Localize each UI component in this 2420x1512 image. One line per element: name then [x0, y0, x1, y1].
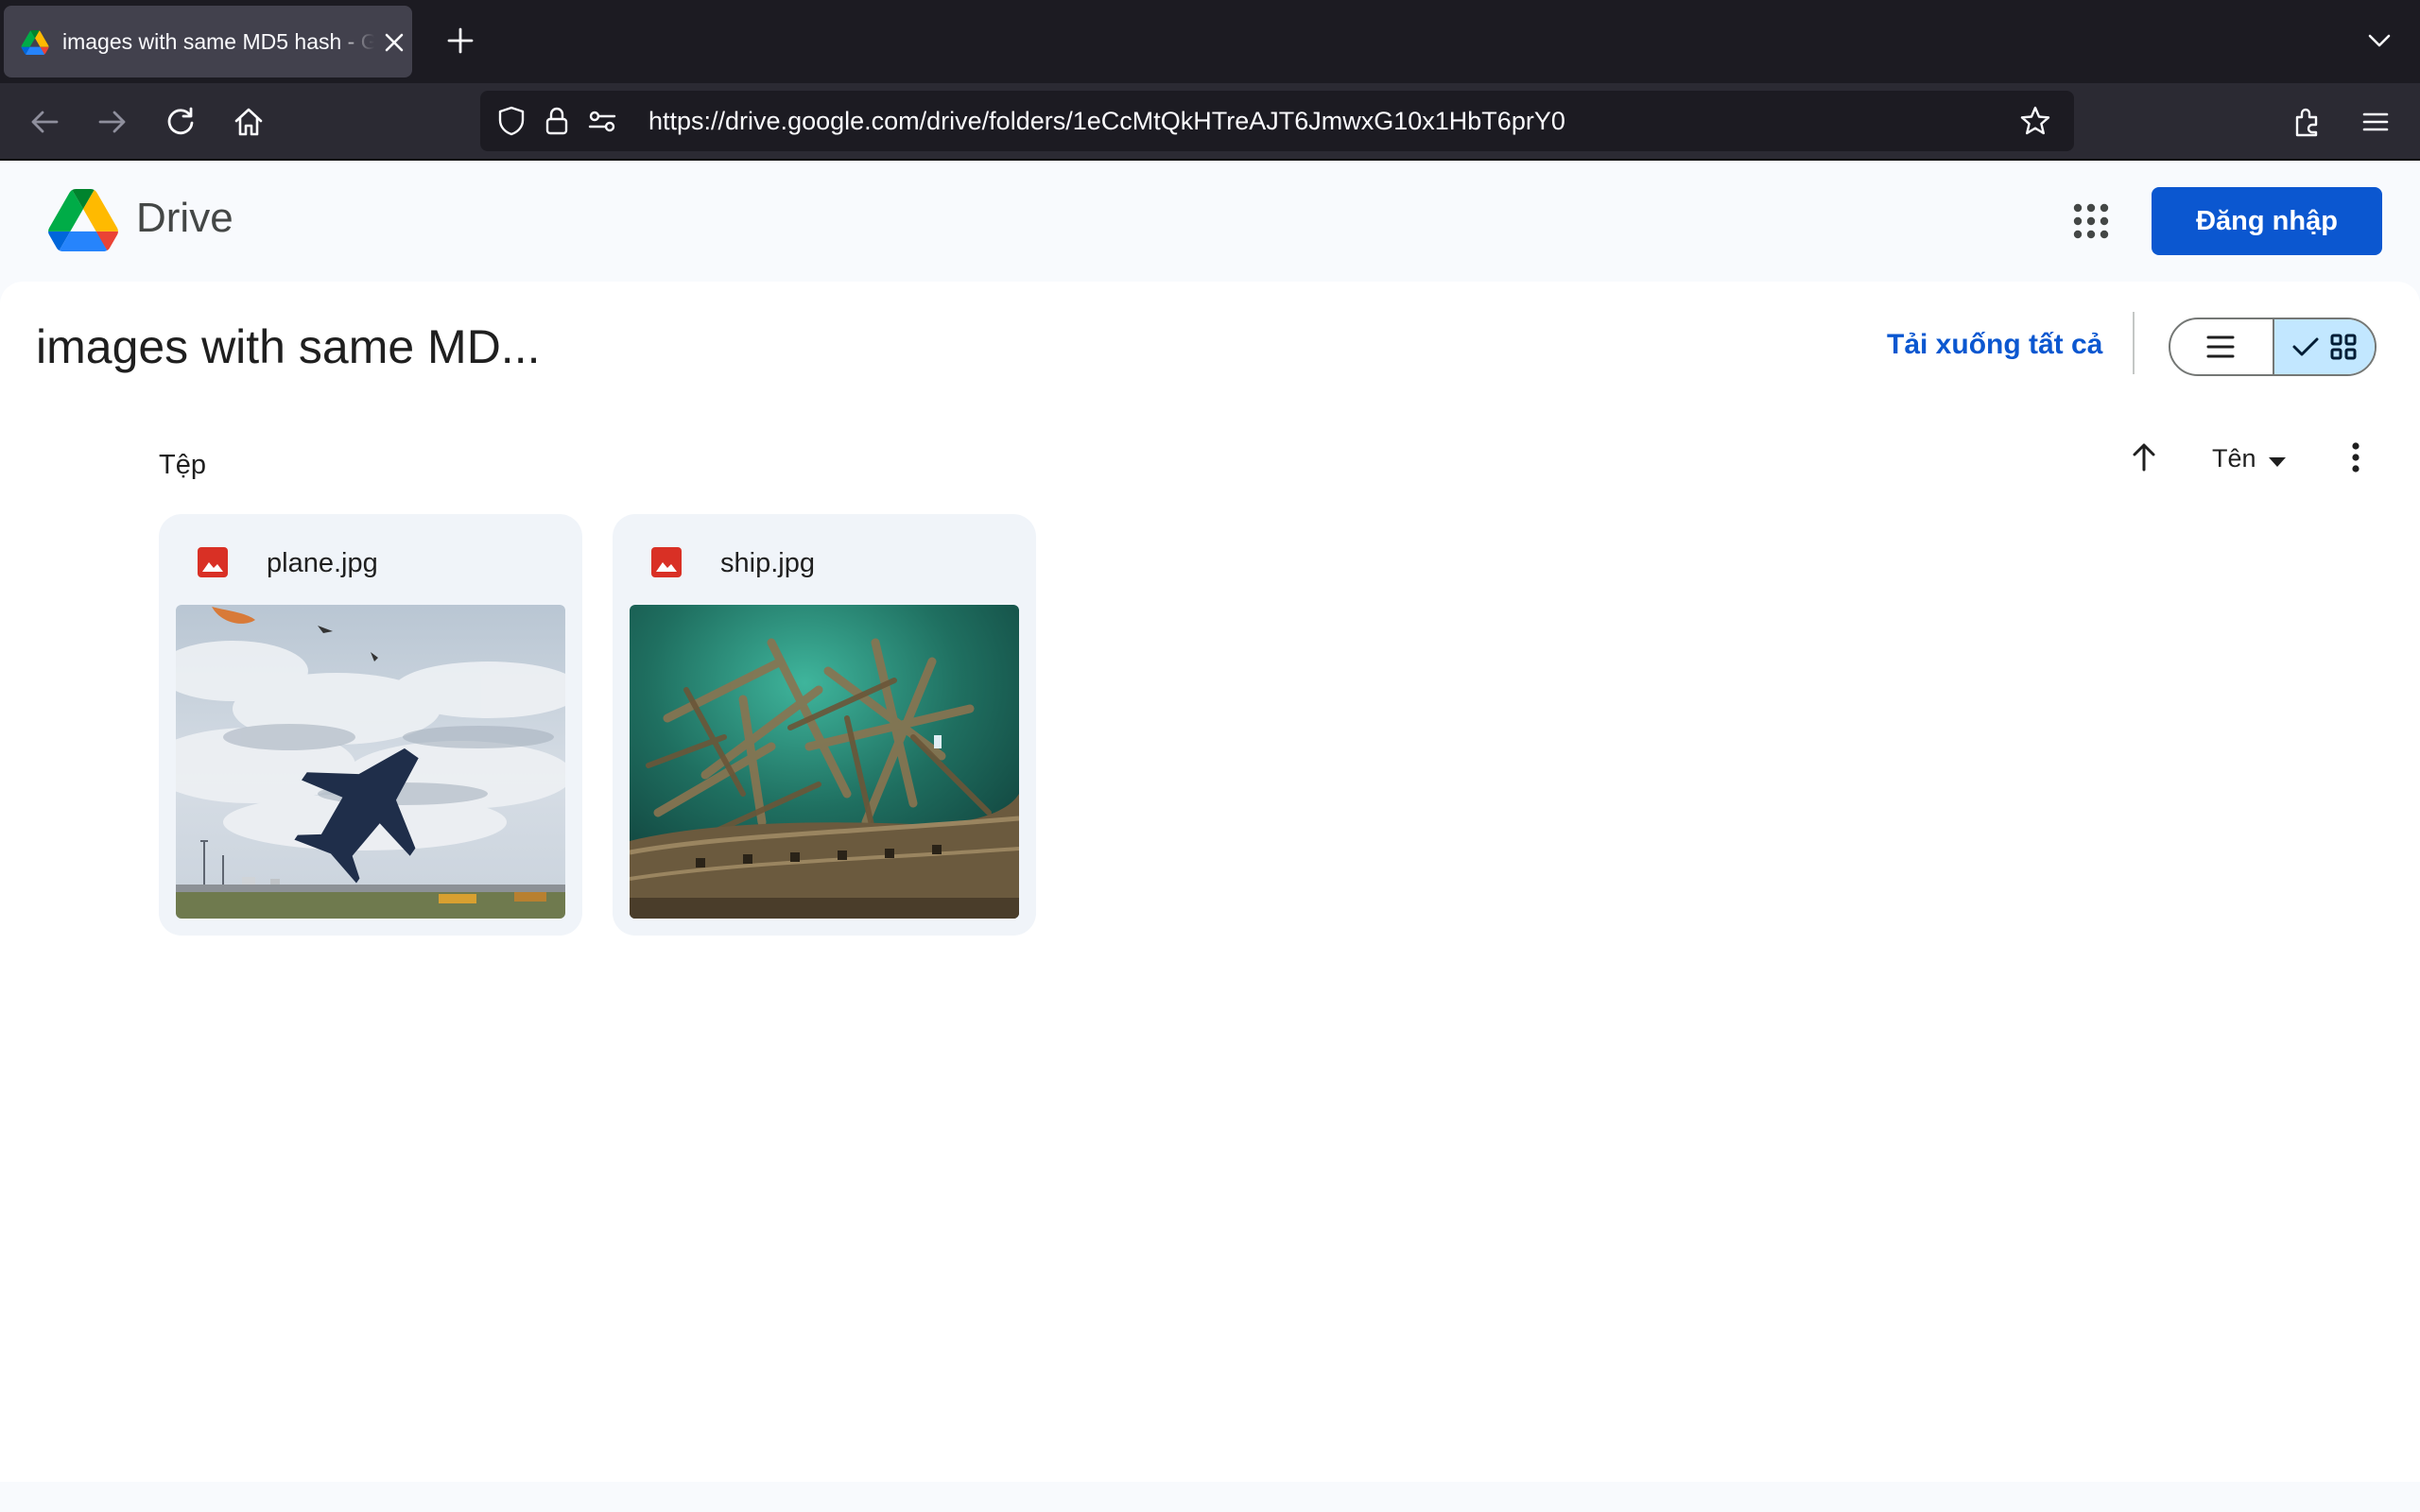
hamburger-menu-icon[interactable] — [2358, 104, 2394, 140]
image-file-icon — [198, 547, 228, 577]
browser-tab[interactable]: images with same MD5 hash - Google Drive — [4, 6, 412, 77]
download-all-button[interactable]: Tải xuống tất cả — [1887, 329, 2102, 361]
divider — [2133, 312, 2135, 374]
browser-tab-strip: images with same MD5 hash - Google Drive — [0, 0, 2420, 83]
address-bar[interactable]: https://drive.google.com/drive/folders/1… — [480, 91, 2074, 151]
files-section-label: Tệp — [159, 450, 206, 480]
sort-by-name-dropdown[interactable]: Tên — [2212, 444, 2256, 473]
shield-icon[interactable] — [495, 105, 527, 137]
back-arrow-icon[interactable] — [26, 104, 62, 140]
folder-title: images with same MD... — [36, 320, 541, 373]
extensions-puzzle-icon[interactable] — [2290, 104, 2325, 140]
plane-photo-illustration — [176, 605, 565, 919]
sign-in-button[interactable]: Đăng nhập — [2152, 187, 2382, 255]
browser-toolbar: https://drive.google.com/drive/folders/1… — [0, 83, 2420, 161]
permissions-icon[interactable] — [586, 105, 618, 137]
close-tab-icon[interactable] — [380, 28, 408, 57]
google-apps-grid-icon[interactable] — [2068, 198, 2114, 244]
file-thumbnail[interactable] — [176, 605, 565, 919]
list-lines-icon — [2206, 335, 2235, 358]
file-card[interactable]: ship.jpg — [613, 514, 1036, 936]
main-panel: images with same MD... Tải xuống tất cả … — [0, 282, 2420, 1482]
caret-down-icon[interactable] — [2267, 455, 2288, 469]
shipwreck-photo-illustration — [630, 605, 1019, 919]
file-thumbnail[interactable] — [630, 605, 1019, 919]
view-toggle — [2169, 318, 2377, 376]
google-drive-favicon-icon — [21, 30, 49, 55]
reload-icon[interactable] — [163, 104, 199, 140]
file-name[interactable]: plane.jpg — [267, 548, 378, 579]
forward-arrow-icon[interactable] — [95, 104, 130, 140]
image-file-icon — [651, 547, 682, 577]
chevron-down-icon[interactable] — [2365, 26, 2394, 55]
file-name[interactable]: ship.jpg — [720, 548, 815, 579]
google-drive-logo-icon[interactable] — [47, 189, 119, 251]
app-name[interactable]: Drive — [136, 195, 233, 242]
grid-squares-icon — [2330, 334, 2357, 360]
bookmark-star-icon[interactable] — [2019, 105, 2051, 137]
list-view-button[interactable] — [2170, 319, 2273, 374]
file-card[interactable]: plane.jpg — [159, 514, 582, 936]
lock-icon[interactable] — [541, 105, 573, 137]
more-vertical-icon[interactable] — [2339, 438, 2373, 476]
drive-header: Drive Đăng nhập — [0, 161, 2420, 282]
grid-view-button[interactable] — [2273, 319, 2375, 374]
new-tab-plus-icon[interactable] — [444, 25, 476, 57]
checkmark-icon — [2292, 337, 2319, 356]
home-icon[interactable] — [231, 104, 267, 140]
url-text[interactable]: https://drive.google.com/drive/folders/1… — [648, 91, 1565, 151]
sort-direction-arrow-up-icon[interactable] — [2127, 440, 2161, 474]
tab-title: images with same MD5 hash - Google Drive — [62, 6, 374, 77]
